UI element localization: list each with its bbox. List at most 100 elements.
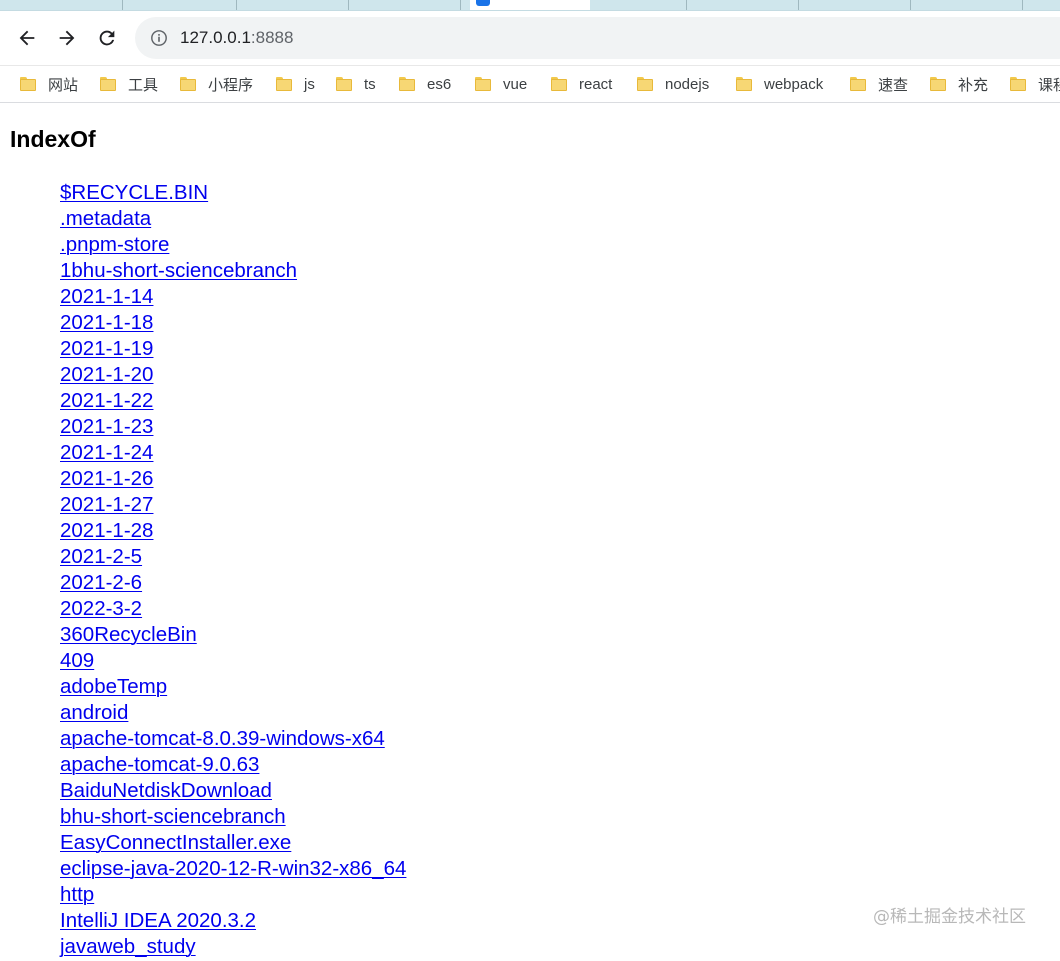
directory-entry-link[interactable]: BaiduNetdiskDownload — [60, 779, 272, 802]
list-item: 1bhu-short-sciencebranch — [60, 258, 406, 284]
directory-entry-link[interactable]: eclipse-java-2020-12-R-win32-x86_64 — [60, 857, 406, 880]
bookmark-folder[interactable]: 小程序 — [180, 66, 253, 102]
bookmark-folder[interactable]: ts — [336, 66, 376, 102]
page-title: IndexOf — [10, 126, 96, 152]
bookmark-label: 工具 — [128, 76, 159, 94]
directory-entry-link[interactable]: adobeTemp — [60, 675, 167, 698]
list-item: 2021-1-26 — [60, 466, 406, 492]
watermark: @稀土掘金技术社区 — [873, 907, 1026, 927]
directory-entry-link[interactable]: 2021-1-14 — [60, 285, 153, 308]
list-item: bhu-short-sciencebranch — [60, 804, 406, 830]
bookmark-folder[interactable]: 课程 — [1010, 66, 1060, 102]
directory-entry-link[interactable]: http — [60, 883, 94, 906]
bookmark-label: es6 — [427, 75, 452, 93]
directory-entry-link[interactable]: apache-tomcat-9.0.63 — [60, 753, 259, 776]
folder-icon — [850, 77, 866, 91]
list-item: 2021-2-6 — [60, 570, 406, 596]
list-item: .pnpm-store — [60, 232, 406, 258]
directory-entry-link[interactable]: 2021-2-5 — [60, 545, 142, 568]
address-bar[interactable]: 127.0.0.1:8888 — [135, 17, 1060, 59]
reload-button[interactable] — [93, 24, 121, 52]
forward-button[interactable] — [53, 24, 81, 52]
reload-icon — [99, 30, 115, 46]
bookmark-folder[interactable]: 工具 — [100, 66, 158, 102]
list-item: javaweb_study — [60, 934, 406, 960]
directory-entry-link[interactable]: bhu-short-sciencebranch — [60, 805, 286, 828]
list-item: 2021-2-5 — [60, 544, 406, 570]
bookmark-folder[interactable]: 补充 — [930, 66, 988, 102]
bookmark-folder[interactable]: es6 — [399, 66, 451, 102]
folder-icon — [551, 77, 567, 91]
list-item: android — [60, 700, 406, 726]
list-item: 2021-1-27 — [60, 492, 406, 518]
bookmark-label: webpack — [764, 75, 824, 93]
directory-entry-link[interactable]: .pnpm-store — [60, 233, 169, 256]
directory-entry-link[interactable]: 2021-1-27 — [60, 493, 153, 516]
directory-entry-link[interactable]: javaweb_study — [60, 935, 196, 958]
bookmark-label: js — [304, 75, 315, 93]
directory-entry-link[interactable]: 2021-2-6 — [60, 571, 142, 594]
directory-entry-link[interactable]: android — [60, 701, 128, 724]
bookmark-folder[interactable]: 网站 — [20, 66, 78, 102]
bookmark-label: 网站 — [48, 76, 79, 94]
bookmark-folder[interactable]: react — [551, 66, 612, 102]
directory-entry-link[interactable]: 2021-1-18 — [60, 311, 153, 334]
directory-entry-link[interactable]: 2021-1-26 — [60, 467, 153, 490]
directory-entry-link[interactable]: apache-tomcat-8.0.39-windows-x64 — [60, 727, 385, 750]
folder-icon — [276, 77, 292, 91]
list-item: 2021-1-28 — [60, 518, 406, 544]
list-item: apache-tomcat-8.0.39-windows-x64 — [60, 726, 406, 752]
folder-icon — [180, 77, 196, 91]
folder-icon — [20, 77, 36, 91]
url-port: :8888 — [250, 28, 294, 47]
list-item: 2021-1-23 — [60, 414, 406, 440]
directory-entry-link[interactable]: 2022-3-2 — [60, 597, 142, 620]
directory-entry-link[interactable]: 2021-1-20 — [60, 363, 153, 386]
directory-entry-link[interactable]: $RECYCLE.BIN — [60, 181, 208, 204]
url-host: 127.0.0.1 — [180, 28, 251, 47]
list-item: 2021-1-20 — [60, 362, 406, 388]
directory-entry-link[interactable]: 2021-1-19 — [60, 337, 153, 360]
bookmark-label: ts — [364, 75, 376, 93]
directory-entry-link[interactable]: 1bhu-short-sciencebranch — [60, 259, 297, 282]
folder-icon — [736, 77, 752, 91]
tab-separator — [910, 0, 911, 10]
list-item: 2021-1-19 — [60, 336, 406, 362]
tab-strip — [0, 0, 1060, 11]
back-button[interactable] — [13, 24, 41, 52]
directory-entry-link[interactable]: 2021-1-24 — [60, 441, 153, 464]
directory-entry-link[interactable]: .metadata — [60, 207, 151, 230]
bookmark-folder[interactable]: nodejs — [637, 66, 709, 102]
tab-separator — [460, 0, 461, 10]
bookmark-label: react — [579, 75, 613, 93]
bookmark-folder[interactable]: webpack — [736, 66, 823, 102]
list-item: apache-tomcat-9.0.63 — [60, 752, 406, 778]
browser-toolbar: 127.0.0.1:8888 — [0, 11, 1060, 66]
list-item: BaiduNetdiskDownload — [60, 778, 406, 804]
directory-entry-link[interactable]: 409 — [60, 649, 94, 672]
directory-entry-link[interactable]: IntelliJ IDEA 2020.3.2 — [60, 909, 256, 932]
arrow-right-icon — [59, 30, 75, 46]
folder-icon — [100, 77, 116, 91]
tab-separator — [798, 0, 799, 10]
bookmark-label: 速查 — [878, 76, 909, 94]
url-text[interactable]: 127.0.0.1:8888 — [180, 28, 293, 48]
bookmark-folder[interactable]: js — [276, 66, 315, 102]
bookmark-folder[interactable]: vue — [475, 66, 527, 102]
list-item: .metadata — [60, 206, 406, 232]
directory-entry-link[interactable]: 360RecycleBin — [60, 623, 197, 646]
site-info-icon[interactable] — [150, 29, 168, 47]
folder-icon — [1010, 77, 1026, 91]
tab-separator — [122, 0, 123, 10]
directory-entry-link[interactable]: 2021-1-22 — [60, 389, 153, 412]
directory-entry-link[interactable]: EasyConnectInstaller.exe — [60, 831, 291, 854]
tab-separator — [1022, 0, 1023, 10]
list-item: 409 — [60, 648, 406, 674]
tab-favicon-icon — [476, 0, 490, 6]
directory-entry-link[interactable]: 2021-1-28 — [60, 519, 153, 542]
folder-icon — [475, 77, 491, 91]
bookmark-folder[interactable]: 速查 — [850, 66, 908, 102]
directory-entry-link[interactable]: 2021-1-23 — [60, 415, 153, 438]
list-item: IntelliJ IDEA 2020.3.2 — [60, 908, 406, 934]
list-item: http — [60, 882, 406, 908]
